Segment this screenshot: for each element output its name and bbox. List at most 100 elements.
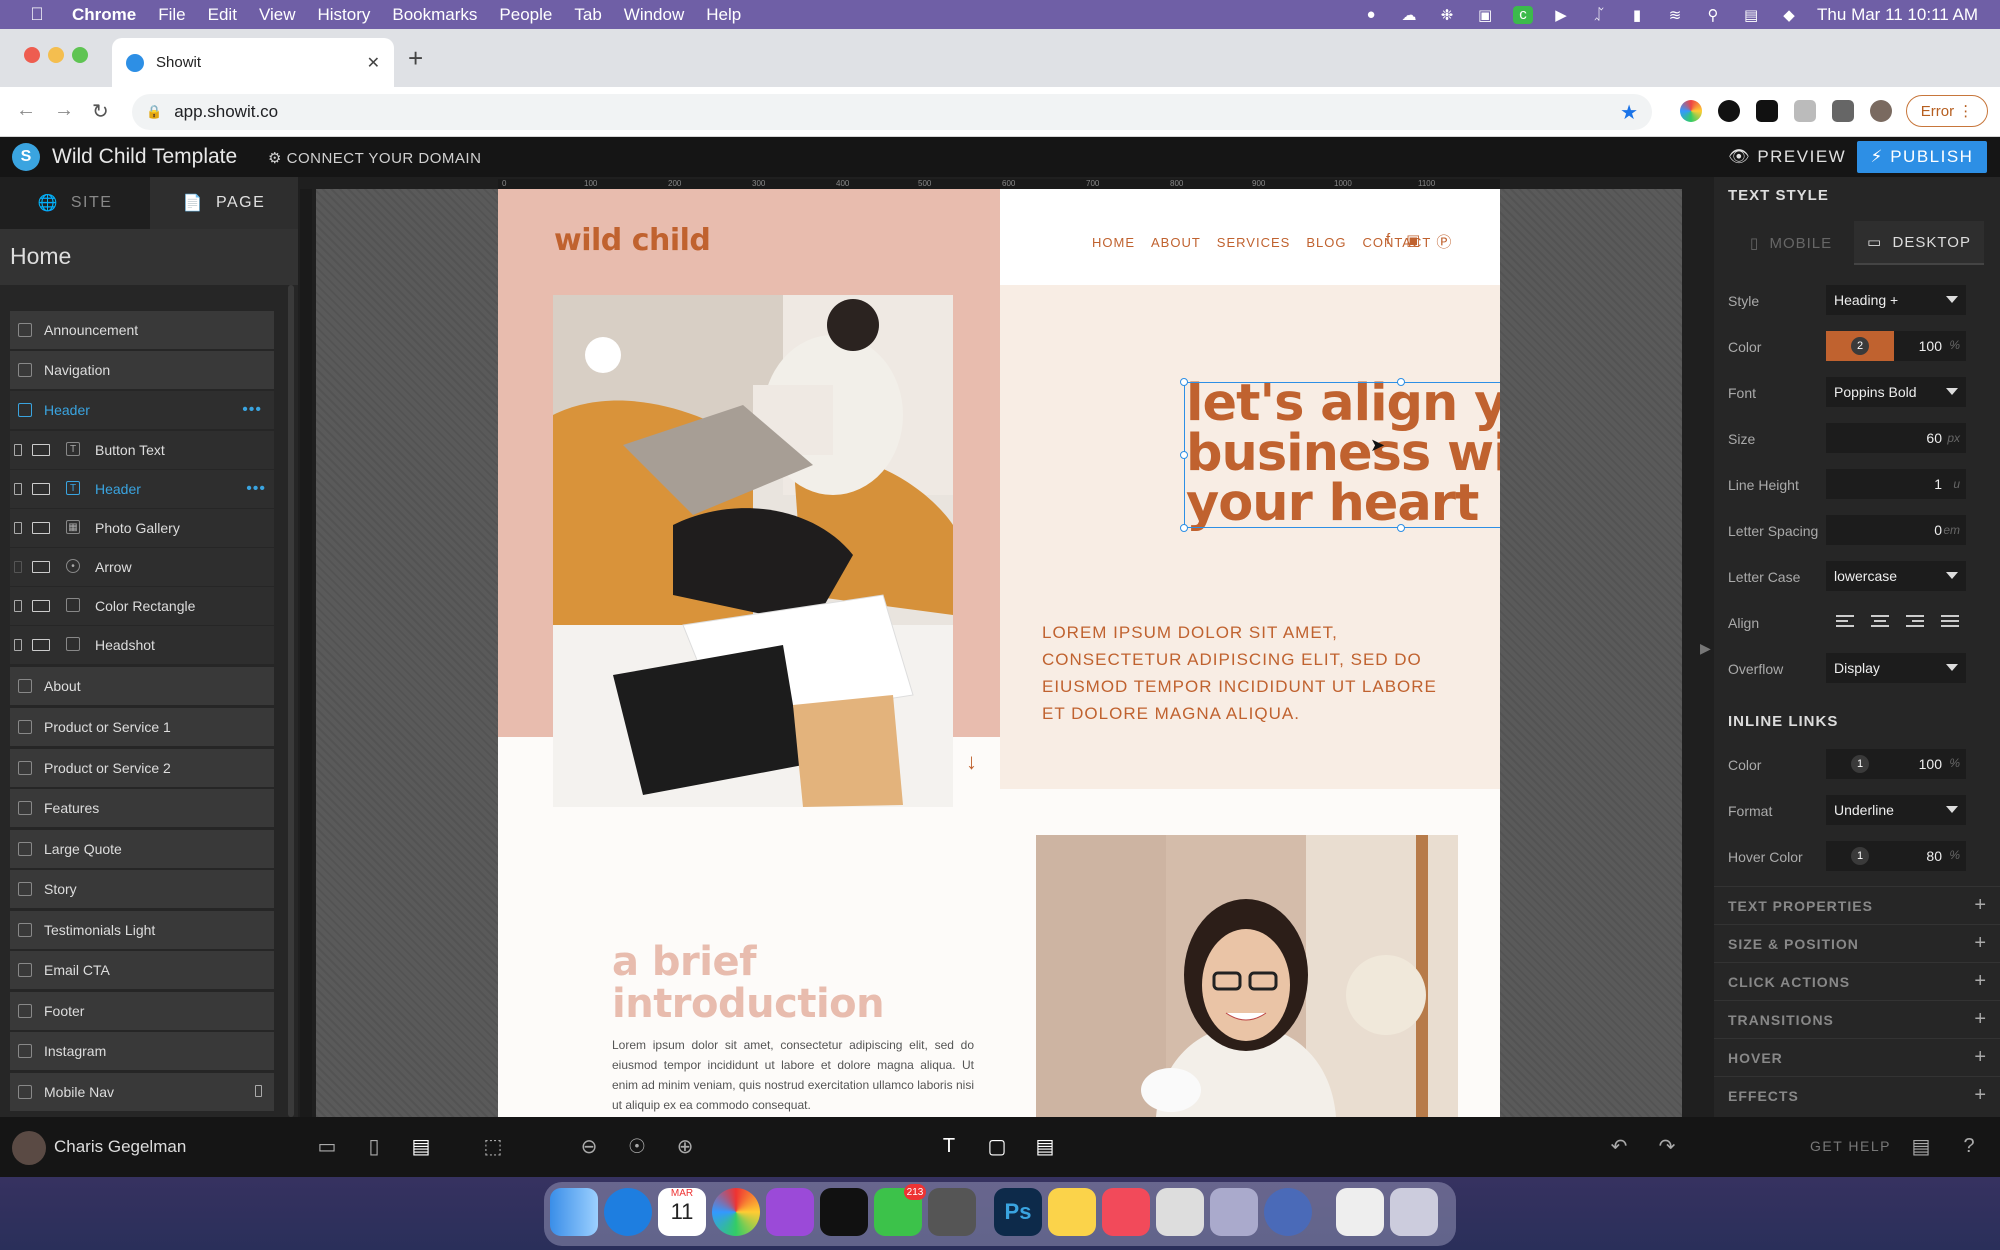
align-left-icon[interactable] xyxy=(1836,615,1856,631)
pinterest-icon[interactable]: Ⓟ xyxy=(1436,231,1451,252)
expand-plus-icon[interactable]: + xyxy=(1974,894,1986,917)
error-button[interactable]: Error ⋮ xyxy=(1906,95,1988,127)
podcasts-icon[interactable] xyxy=(766,1188,814,1236)
zoom-fit-icon[interactable]: ☉ xyxy=(624,1135,650,1158)
expand-plus-icon[interactable]: + xyxy=(1974,970,1986,993)
address-bar[interactable]: 🔒 app.showit.co ★ xyxy=(132,94,1652,130)
undo-icon[interactable]: ↶ xyxy=(1606,1135,1632,1158)
mobile-visibility-icon[interactable] xyxy=(14,483,22,495)
section-row[interactable]: Product or Service 2 xyxy=(10,749,274,787)
desktop-visibility-icon[interactable] xyxy=(32,522,50,534)
align-justify-icon[interactable] xyxy=(1941,615,1961,631)
resize-handle[interactable] xyxy=(1180,378,1188,386)
preview-button[interactable]: 👁 PREVIEW xyxy=(1728,147,1846,167)
tablet-view-icon[interactable]: ▭ xyxy=(314,1135,340,1158)
desktop-visibility-icon[interactable] xyxy=(32,444,50,456)
inline-color-picker[interactable]: 1 100 % xyxy=(1826,749,1966,779)
menu-file[interactable]: File xyxy=(158,5,185,25)
profile-avatar[interactable] xyxy=(1870,100,1892,122)
facebook-icon[interactable]: f xyxy=(1386,231,1390,252)
element-row[interactable]: • Arrow xyxy=(10,548,274,586)
instagram-icon[interactable]: ▣ xyxy=(1406,231,1420,252)
add-text-icon[interactable]: T xyxy=(936,1135,962,1157)
mobile-view-icon[interactable]: ▯ xyxy=(361,1135,387,1158)
zoom-out-icon[interactable]: ⊖ xyxy=(576,1135,602,1158)
mobile-visibility-icon[interactable] xyxy=(14,522,22,534)
intro-body[interactable]: Lorem ipsum dolor sit amet, consectetur … xyxy=(612,1035,974,1115)
color-swatch[interactable]: 2 xyxy=(1826,331,1894,361)
menu-tab[interactable]: Tab xyxy=(574,5,601,25)
finder-icon[interactable] xyxy=(550,1188,598,1236)
overflow-select[interactable]: Display xyxy=(1826,653,1966,683)
close-window-button[interactable] xyxy=(24,47,40,63)
get-help-link[interactable]: GET HELP xyxy=(1810,1138,1891,1154)
section-row[interactable]: Announcement xyxy=(10,311,274,349)
maximize-window-button[interactable] xyxy=(72,47,88,63)
align-right-icon[interactable] xyxy=(1906,615,1926,631)
transitions-section[interactable]: TRANSITIONS + xyxy=(1714,1000,2000,1038)
menu-edit[interactable]: Edit xyxy=(208,5,237,25)
app-c-icon[interactable]: c xyxy=(1513,5,1534,24)
trash-icon[interactable] xyxy=(1390,1188,1438,1236)
more-options-icon[interactable]: ••• xyxy=(242,401,262,419)
gear-icon[interactable]: ❉ xyxy=(1437,6,1457,24)
inline-color-swatch[interactable]: 1 xyxy=(1826,749,1894,779)
element-row[interactable]: T Button Text xyxy=(10,431,274,469)
add-image-icon[interactable]: ▤ xyxy=(1032,1135,1058,1158)
desktop-visibility-icon[interactable] xyxy=(32,483,50,495)
cloud-icon[interactable]: ☁ xyxy=(1399,6,1419,24)
menu-help[interactable]: Help xyxy=(706,5,741,25)
reload-icon[interactable]: ↻ xyxy=(92,99,109,124)
search-icon[interactable]: ⚲ xyxy=(1703,6,1723,24)
size-input[interactable]: 60 px xyxy=(1826,423,1966,453)
expand-plus-icon[interactable]: + xyxy=(1974,1046,1986,1069)
hover-color-opacity[interactable]: 80 xyxy=(1926,848,1942,864)
more-options-icon[interactable]: ••• xyxy=(246,480,266,498)
section-row[interactable]: Navigation xyxy=(10,351,274,389)
safari-icon[interactable] xyxy=(604,1188,652,1236)
desktop-visibility-icon[interactable] xyxy=(32,639,50,651)
effects-section[interactable]: EFFECTS + xyxy=(1714,1076,2000,1114)
notes-icon[interactable] xyxy=(1048,1188,1096,1236)
section-row[interactable]: Testimonials Light xyxy=(10,911,274,949)
showit-logo-icon[interactable]: S xyxy=(12,143,40,171)
nav-about[interactable]: ABOUT xyxy=(1151,235,1201,250)
inline-color-opacity[interactable]: 100 xyxy=(1919,756,1942,772)
menu-people[interactable]: People xyxy=(499,5,552,25)
minimize-window-button[interactable] xyxy=(48,47,64,63)
extension-b-icon[interactable] xyxy=(1756,100,1778,122)
expand-plus-icon[interactable]: + xyxy=(1974,1008,1986,1031)
hover-color-picker[interactable]: 1 80 % xyxy=(1826,841,1966,871)
calendar-icon[interactable]: MAR 11 xyxy=(658,1188,706,1236)
arrow-down-icon[interactable]: ↓ xyxy=(966,749,977,775)
letter-spacing-input[interactable]: 0 em xyxy=(1826,515,1966,545)
site-brand-logo[interactable]: wild child xyxy=(554,223,711,258)
menubar-datetime[interactable]: Thu Mar 11 10:11 AM xyxy=(1817,5,1978,25)
text-properties-section[interactable]: TEXT PROPERTIES + xyxy=(1714,886,2000,924)
apple-tv-icon[interactable] xyxy=(820,1188,868,1236)
hero-photo-gallery[interactable] xyxy=(553,295,953,807)
letter-case-select[interactable]: lowercase xyxy=(1826,561,1966,591)
element-row-active[interactable]: T Header ••• xyxy=(10,470,274,508)
section-row[interactable]: Mobile Nav xyxy=(10,1073,274,1111)
menu-history[interactable]: History xyxy=(317,5,370,25)
bookmark-star-icon[interactable]: ★ xyxy=(1620,100,1638,125)
news-icon[interactable] xyxy=(1102,1188,1150,1236)
section-row[interactable]: Footer xyxy=(10,992,274,1030)
new-tab-icon[interactable]: + xyxy=(408,43,423,74)
resize-handle[interactable] xyxy=(1397,524,1405,532)
photoshop-icon[interactable]: Ps xyxy=(994,1188,1042,1236)
collapse-panel-icon[interactable]: ▶ xyxy=(1700,640,1711,657)
siri-icon[interactable]: ◆ xyxy=(1779,6,1799,24)
battery-icon[interactable]: ▮ xyxy=(1627,6,1647,24)
menu-bookmarks[interactable]: Bookmarks xyxy=(392,5,477,25)
menu-window[interactable]: Window xyxy=(624,5,684,25)
redo-icon[interactable]: ↷ xyxy=(1654,1135,1680,1158)
element-row[interactable]: Color Rectangle xyxy=(10,587,274,625)
connect-domain-button[interactable]: ⚙ CONNECT YOUR DOMAIN xyxy=(268,149,481,167)
record-icon[interactable]: ● xyxy=(1361,6,1381,24)
printer-icon[interactable] xyxy=(928,1188,976,1236)
section-row[interactable]: About xyxy=(10,667,274,705)
menu-app-name[interactable]: Chrome xyxy=(72,5,136,25)
desktop-visibility-icon[interactable] xyxy=(32,600,50,612)
